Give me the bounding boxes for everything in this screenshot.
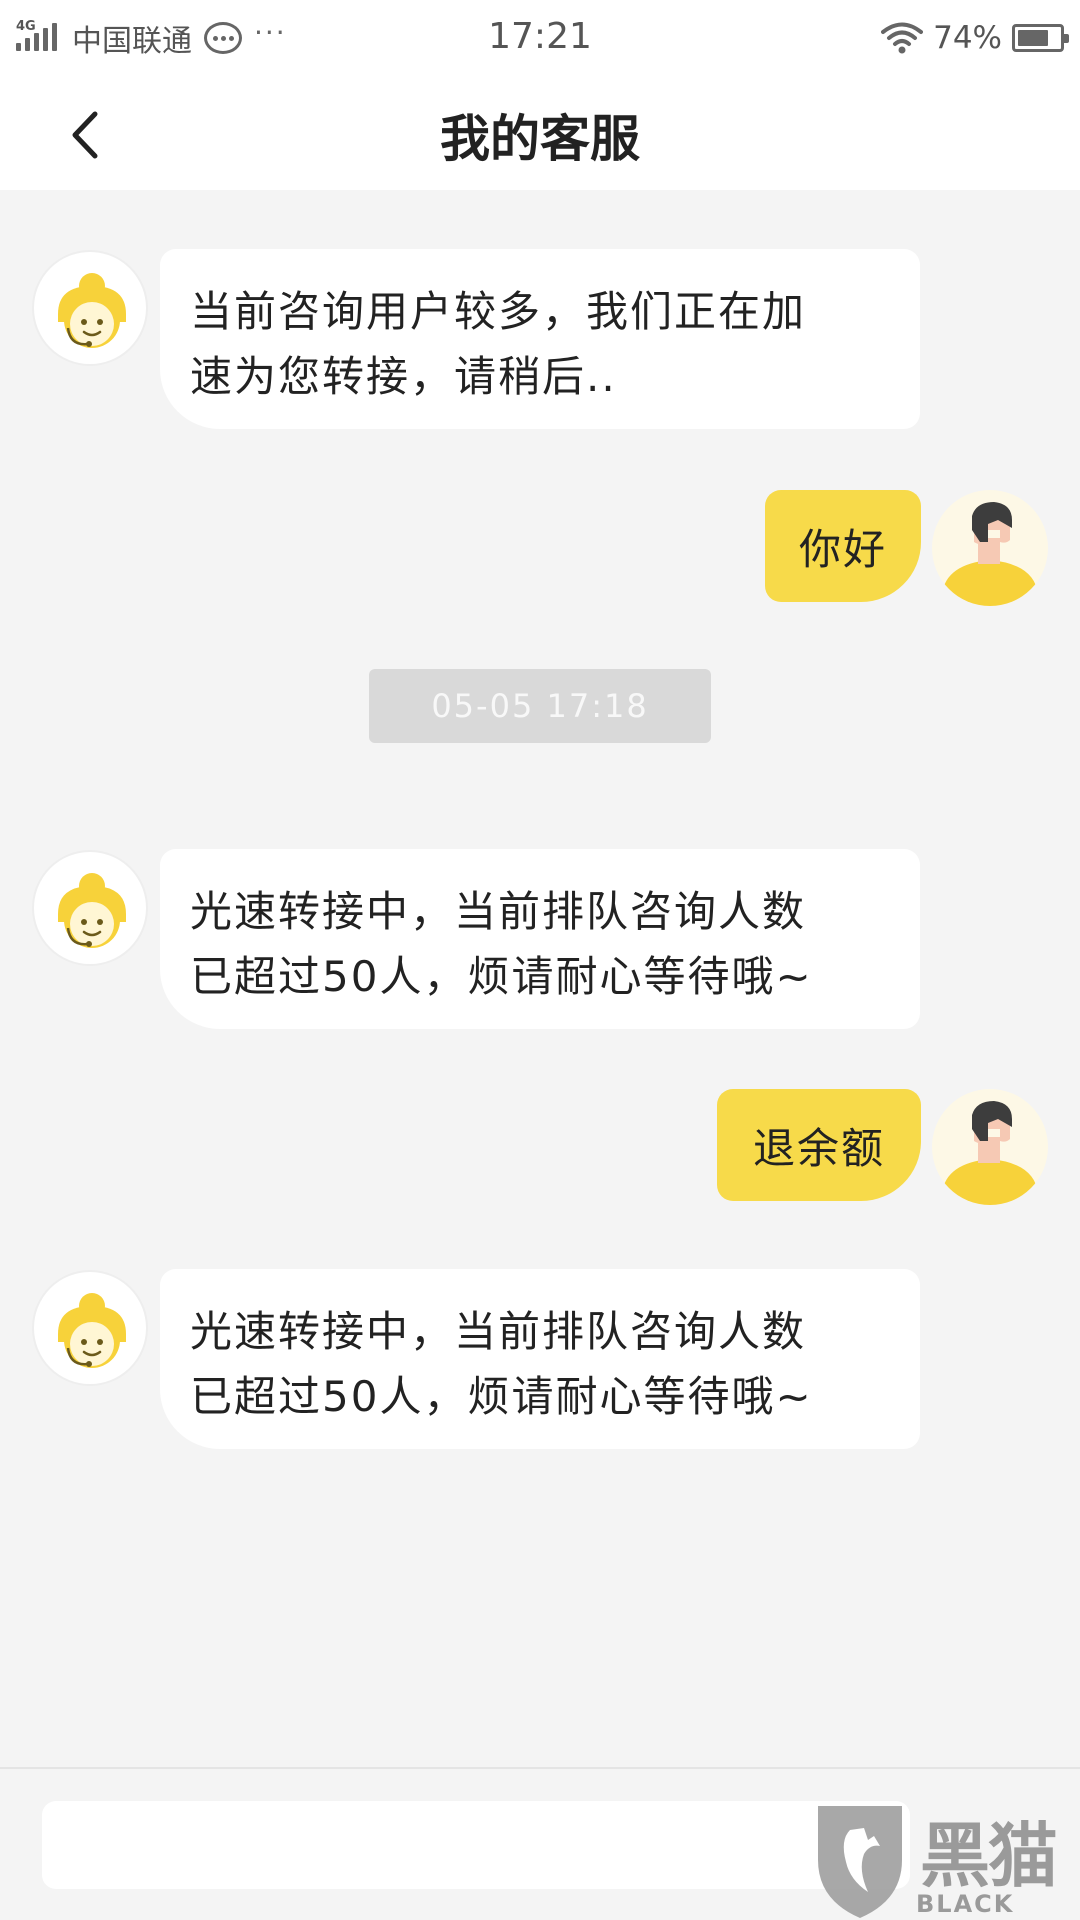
customer-service-icon [58, 1293, 126, 1368]
message-line: 已超过50人，烦请耐心等待哦~ [190, 1372, 813, 1421]
customer-service-icon [58, 273, 126, 348]
user-avatar [932, 1089, 1048, 1205]
message-line: 速为您转接，请稍后.. [190, 352, 617, 401]
agent-message-bubble: 光速转接中，当前排队咨询人数 已超过50人，烦请耐心等待哦~ [160, 849, 920, 1029]
battery-percent: 74% [933, 20, 1002, 56]
agent-message-bubble: 当前咨询用户较多，我们正在加 速为您转接，请稍后.. [160, 249, 920, 429]
agent-avatar [32, 850, 148, 966]
agent-message-bubble: 光速转接中，当前排队咨询人数 已超过50人，烦请耐心等待哦~ [160, 1269, 920, 1449]
black-cat-shield-logo [818, 1806, 902, 1918]
message-line: 当前咨询用户较多，我们正在加 [190, 287, 807, 336]
user-avatar [932, 490, 1048, 606]
watermark-en: BLACK CAT [916, 1890, 1015, 1920]
page-title: 我的客服 [440, 110, 640, 168]
message-text: 退余额 [752, 1124, 885, 1173]
status-right: 74% [881, 18, 1069, 58]
customer-service-icon [58, 873, 126, 948]
message-text: 你好 [798, 525, 887, 574]
agent-avatar [32, 1270, 148, 1386]
user-icon [942, 502, 1038, 606]
battery-icon [1012, 24, 1069, 52]
watermark: 黑猫 BLACK CAT [810, 1800, 1080, 1920]
status-bar: 4G 中国联通 ··· 17:21 74% [0, 0, 1080, 75]
watermark-cn: 黑猫 [920, 1815, 1058, 1897]
user-message-bubble: 退余额 [717, 1089, 921, 1201]
message-line: 已超过50人，烦请耐心等待哦~ [190, 952, 813, 1001]
header: 我的客服 [0, 75, 1080, 190]
user-message-bubble: 你好 [765, 490, 921, 602]
message-line: 光速转接中，当前排队咨询人数 [190, 1307, 807, 1356]
wifi-icon [881, 22, 924, 54]
message-line: 光速转接中，当前排队咨询人数 [190, 887, 807, 936]
user-icon [942, 1101, 1038, 1205]
timestamp-chip: 05-05 17:18 [369, 669, 711, 743]
agent-avatar [32, 250, 148, 366]
message-input[interactable] [42, 1801, 910, 1889]
